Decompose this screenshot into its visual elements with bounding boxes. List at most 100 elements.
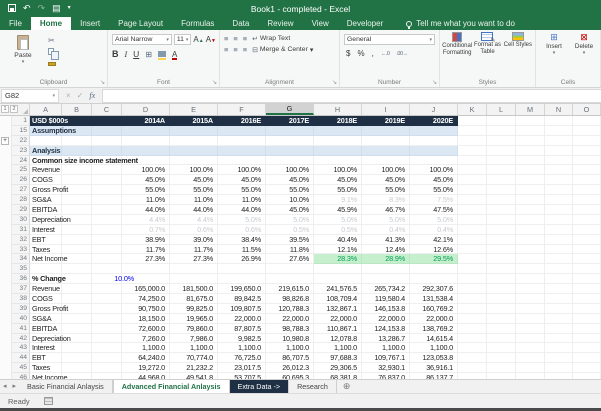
cell-N36[interactable] xyxy=(545,274,573,284)
cell-A36[interactable]: % Change xyxy=(30,274,62,284)
cell-F23[interactable] xyxy=(218,146,266,156)
cell-A45[interactable]: Taxes xyxy=(30,363,62,373)
clipboard-dialog-launcher-icon[interactable]: ↘ xyxy=(100,79,105,86)
cell-J28[interactable]: 7.5% xyxy=(410,195,458,205)
align-top-icon[interactable]: ≡ xyxy=(224,34,228,43)
cell-E40[interactable]: 19,965.0 xyxy=(170,314,218,324)
cell-C43[interactable] xyxy=(92,343,122,353)
cell-E27[interactable]: 55.0% xyxy=(170,185,218,195)
cell-M38[interactable] xyxy=(516,294,545,304)
cell-H24[interactable] xyxy=(314,156,362,166)
cell-I43[interactable]: 1,100.0 xyxy=(362,343,410,353)
cell-L34[interactable] xyxy=(487,254,516,264)
cell-N32[interactable] xyxy=(545,235,573,245)
ribbon-tab-review[interactable]: Review xyxy=(258,17,302,30)
cell-K29[interactable] xyxy=(458,205,487,215)
cell-I30[interactable]: 5.0% xyxy=(362,215,410,225)
cell-C26[interactable] xyxy=(92,175,122,185)
cell-F35[interactable] xyxy=(218,264,266,274)
cell-J46[interactable]: 86,137.7 xyxy=(410,373,458,379)
cancel-icon[interactable]: × xyxy=(66,91,71,100)
cell-C25[interactable] xyxy=(92,165,122,175)
cell-I41[interactable]: 124,153.8 xyxy=(362,324,410,334)
cell-I34[interactable]: 28.9% xyxy=(362,254,410,264)
row-header-30[interactable]: 30 xyxy=(12,215,30,225)
cell-N1[interactable] xyxy=(545,116,573,126)
cell-M34[interactable] xyxy=(516,254,545,264)
cell-H36[interactable] xyxy=(314,274,362,284)
cell-G29[interactable]: 45.0% xyxy=(266,205,314,215)
ribbon-tab-view[interactable]: View xyxy=(303,17,338,30)
cell-F42[interactable]: 9,982.5 xyxy=(218,334,266,344)
cell-M26[interactable] xyxy=(516,175,545,185)
grow-font-icon[interactable]: A▲ xyxy=(193,35,203,44)
cell-L43[interactable] xyxy=(487,343,516,353)
cell-K23[interactable] xyxy=(458,146,487,156)
cell-L45[interactable] xyxy=(487,363,516,373)
cell-L39[interactable] xyxy=(487,304,516,314)
cell-L44[interactable] xyxy=(487,353,516,363)
cell-C1[interactable] xyxy=(92,116,122,126)
cell-J1[interactable]: 2020E xyxy=(410,116,458,126)
cell-I24[interactable] xyxy=(362,156,410,166)
macro-record-icon[interactable] xyxy=(44,397,53,405)
cell-M32[interactable] xyxy=(516,235,545,245)
cell-C34[interactable] xyxy=(92,254,122,264)
font-dialog-launcher-icon[interactable]: ↘ xyxy=(212,79,217,86)
cell-N25[interactable] xyxy=(545,165,573,175)
cell-C40[interactable] xyxy=(92,314,122,324)
cell-G30[interactable]: 5.0% xyxy=(266,215,314,225)
cell-B22[interactable] xyxy=(62,136,92,146)
cell-G31[interactable]: 0.5% xyxy=(266,225,314,235)
decrease-decimal-icon[interactable]: .00→ xyxy=(396,51,407,57)
cell-O36[interactable] xyxy=(573,274,601,284)
cell-D26[interactable]: 45.0% xyxy=(122,175,170,185)
align-right-icon[interactable]: ≡ xyxy=(243,45,247,54)
cell-L35[interactable] xyxy=(487,264,516,274)
cell-K1[interactable] xyxy=(458,116,487,126)
column-header-J[interactable]: J xyxy=(410,104,458,115)
cell-O34[interactable] xyxy=(573,254,601,264)
row-header-36[interactable]: 36 xyxy=(12,274,30,284)
accounting-format-icon[interactable]: $ xyxy=(346,49,350,58)
row-header-1[interactable]: 1 xyxy=(12,116,30,126)
cell-A30[interactable]: Depreciation xyxy=(30,215,62,225)
cell-J24[interactable] xyxy=(410,156,458,166)
row-header-28[interactable]: 28 xyxy=(12,195,30,205)
cell-N26[interactable] xyxy=(545,175,573,185)
cell-H25[interactable]: 100.0% xyxy=(314,165,362,175)
column-header-E[interactable]: E xyxy=(170,104,218,115)
cell-G24[interactable] xyxy=(266,156,314,166)
cell-N38[interactable] xyxy=(545,294,573,304)
cell-M22[interactable] xyxy=(516,136,545,146)
cell-M29[interactable] xyxy=(516,205,545,215)
cell-H45[interactable]: 29,306.5 xyxy=(314,363,362,373)
cell-C37[interactable] xyxy=(92,284,122,294)
column-header-C[interactable]: C xyxy=(92,104,122,115)
cell-O29[interactable] xyxy=(573,205,601,215)
italic-button[interactable]: I xyxy=(125,50,128,59)
cell-E44[interactable]: 70,774.0 xyxy=(170,353,218,363)
row-header-29[interactable]: 29 xyxy=(12,205,30,215)
ribbon-tab-home[interactable]: Home xyxy=(31,17,71,30)
cell-M44[interactable] xyxy=(516,353,545,363)
cell-D45[interactable]: 19,272.0 xyxy=(122,363,170,373)
cell-J23[interactable] xyxy=(410,146,458,156)
cell-D34[interactable]: 27.3% xyxy=(122,254,170,264)
cell-N46[interactable] xyxy=(545,373,573,379)
cell-G15[interactable] xyxy=(266,126,314,136)
cell-I46[interactable]: 76,837.0 xyxy=(362,373,410,379)
cell-K15[interactable] xyxy=(458,126,487,136)
cell-B37[interactable] xyxy=(62,284,92,294)
cell-D46[interactable]: 44,968.0 xyxy=(122,373,170,379)
cell-H34[interactable]: 28.3% xyxy=(314,254,362,264)
cell-A37[interactable]: Revenue xyxy=(30,284,62,294)
cell-N40[interactable] xyxy=(545,314,573,324)
cell-M30[interactable] xyxy=(516,215,545,225)
cell-I45[interactable]: 32,930.1 xyxy=(362,363,410,373)
cell-O15[interactable] xyxy=(573,126,601,136)
cell-L42[interactable] xyxy=(487,334,516,344)
cell-A34[interactable]: Net Income xyxy=(30,254,62,264)
cell-A23[interactable]: Analysis xyxy=(30,146,62,156)
column-header-M[interactable]: M xyxy=(516,104,545,115)
